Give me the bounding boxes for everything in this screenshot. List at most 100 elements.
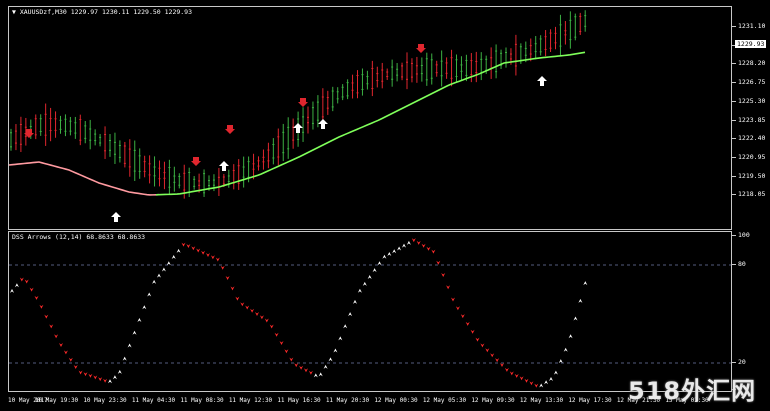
indicator-title: DSS Arrows (12,14) 68.8633 68.8633 <box>12 233 146 241</box>
oscillator-down-arrow <box>514 373 519 378</box>
candlestick <box>242 156 245 188</box>
oscillator-up-arrow <box>362 281 367 286</box>
down-arrow-icon <box>298 98 308 107</box>
down-arrow-icon <box>225 125 235 134</box>
candlestick <box>356 70 359 99</box>
candlestick <box>410 58 413 83</box>
time-tick: 12 May 17:30 <box>568 397 612 404</box>
indicator-canvas[interactable] <box>9 232 732 392</box>
candlestick <box>79 114 82 146</box>
candlestick <box>406 52 408 90</box>
candlestick <box>564 21 567 45</box>
candlestick <box>143 155 146 178</box>
oscillator-down-arrow <box>68 357 73 362</box>
oscillator-up-arrow <box>122 356 127 361</box>
oscillator-up-arrow <box>117 369 122 374</box>
candlestick <box>59 115 62 134</box>
oscillator-up-arrow <box>176 248 181 253</box>
oscillator-down-arrow <box>59 343 63 347</box>
time-tick: 11 May 04:30 <box>131 397 176 404</box>
oscillator-down-arrow <box>421 243 426 248</box>
candlestick <box>420 57 423 82</box>
oscillator-down-arrow <box>235 296 240 301</box>
oscillator-down-arrow <box>63 350 68 355</box>
oscillator-down-arrow <box>441 273 446 277</box>
candlestick <box>168 159 171 195</box>
candlestick <box>346 79 349 100</box>
time-tick: 11 May 12:30 <box>228 397 273 404</box>
price-chart-canvas[interactable] <box>9 7 732 230</box>
oscillator-up-arrow <box>142 305 147 310</box>
oscillator-down-arrow <box>495 358 500 363</box>
price-chart-pane[interactable]: ▼ XAUUSDzf,M30 1229.97 1230.11 1229.50 1… <box>8 6 732 230</box>
oscillator-down-arrow <box>39 304 44 309</box>
candlestick <box>64 114 67 137</box>
candlestick <box>480 52 483 81</box>
candlestick <box>178 173 181 189</box>
price-tick: 1223.85 <box>731 115 766 124</box>
up-arrow-icon <box>537 76 547 86</box>
candlestick <box>584 10 587 32</box>
price-tick: 1218.05 <box>731 190 766 199</box>
candlestick <box>252 153 255 180</box>
oscillator-up-arrow <box>539 383 544 388</box>
candlestick <box>193 176 196 190</box>
oscillator-up-arrow <box>544 380 549 385</box>
time-tick: 12 May 09:30 <box>471 397 515 404</box>
candlestick <box>559 14 562 57</box>
candlestick <box>277 128 280 166</box>
candlestick <box>84 121 87 144</box>
time-tick: 12 May 00:30 <box>374 397 418 404</box>
oscillator-down-arrow <box>504 367 509 372</box>
oscillator-up-arrow <box>338 336 343 341</box>
candlestick <box>287 117 290 159</box>
oscillator-down-arrow <box>215 257 220 262</box>
candlestick <box>529 38 532 62</box>
time-tick: 12 May 13:30 <box>519 397 564 404</box>
oscillator-up-arrow <box>166 261 171 266</box>
indicator-pane[interactable]: DSS Arrows (12,14) 68.8633 68.8633 <box>8 231 732 392</box>
oscillator-down-arrow <box>470 329 475 334</box>
price-tick: 1219.50 <box>731 171 766 180</box>
oscillator-down-arrow <box>93 375 98 380</box>
oscillator-up-arrow <box>132 330 137 335</box>
time-tick: 11 May 08:30 <box>180 397 224 404</box>
candlestick <box>307 106 309 134</box>
candlestick <box>490 47 493 79</box>
oscillator-down-arrow <box>34 295 39 300</box>
oscillator-down-arrow <box>103 378 108 383</box>
oscillator-up-arrow <box>147 292 152 297</box>
oscillator-up-arrow <box>353 299 357 304</box>
candlestick <box>109 133 111 157</box>
candlestick <box>460 56 463 80</box>
indicator-tick: 20 <box>732 358 746 366</box>
candlestick <box>366 70 369 90</box>
oscillator-up-arrow <box>161 267 166 272</box>
candlestick <box>549 29 552 53</box>
oscillator-down-arrow <box>54 334 59 339</box>
oscillator-down-arrow <box>411 238 416 243</box>
oscillator-down-arrow <box>255 312 259 316</box>
oscillator-up-arrow <box>137 317 142 322</box>
oscillator-up-arrow <box>568 334 573 339</box>
watermark-logo: 518外汇网 <box>628 377 757 405</box>
oscillator-down-arrow <box>284 349 289 354</box>
oscillator-up-arrow <box>112 375 117 380</box>
price-tick: 1222.40 <box>731 134 766 143</box>
oscillator-up-arrow <box>157 273 161 278</box>
candlestick <box>500 49 503 69</box>
oscillator-down-arrow <box>98 377 103 382</box>
candlestick <box>574 13 577 41</box>
chart-window[interactable]: ▼ XAUUSDzf,M30 1229.97 1230.11 1229.50 1… <box>0 0 770 411</box>
candlestick <box>331 86 334 112</box>
oscillator-up-arrow <box>367 275 372 280</box>
oscillator-down-arrow <box>460 314 465 319</box>
oscillator-down-arrow <box>206 252 210 257</box>
time-tick: 10 May 19:30 <box>34 397 79 404</box>
candlestick <box>450 49 453 87</box>
oscillator-down-arrow <box>485 348 490 353</box>
oscillator-down-arrow <box>304 368 308 373</box>
candlestick <box>539 35 542 56</box>
candlestick <box>336 87 339 104</box>
oscillator-down-arrow <box>475 337 480 342</box>
